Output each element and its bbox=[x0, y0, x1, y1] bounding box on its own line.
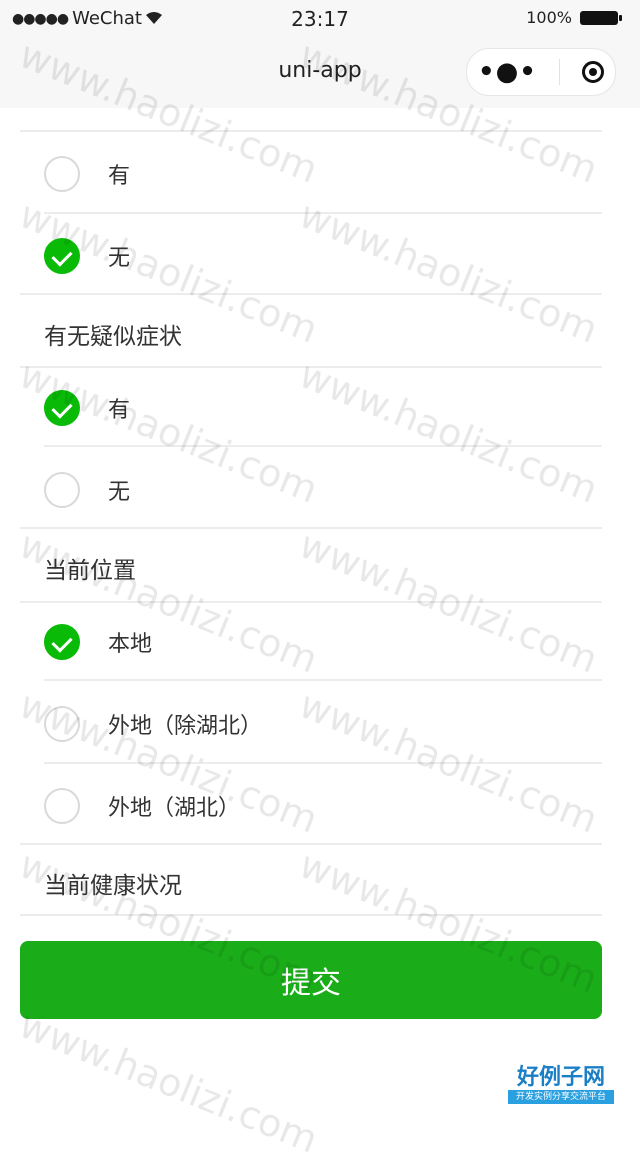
submit-button[interactable]: 提交 bbox=[20, 941, 602, 1019]
radio-item-s3-local[interactable]: 本地 bbox=[44, 620, 152, 664]
status-bar: ●●●●● WeChat 23:17 100% bbox=[0, 0, 640, 36]
radio-item-s1-yes[interactable]: 有 bbox=[44, 152, 130, 196]
nav-bar: uni-app •●• bbox=[0, 36, 640, 108]
radio-label: 无 bbox=[108, 480, 131, 505]
radio-label: 有 bbox=[108, 164, 131, 189]
close-miniprogram-icon[interactable] bbox=[581, 61, 604, 83]
divider bbox=[44, 762, 602, 764]
battery-percent: 100% bbox=[526, 8, 572, 27]
logo-sub-text: 开发实例分享交流平台 bbox=[508, 1090, 614, 1104]
more-icon[interactable]: •●• bbox=[478, 59, 537, 85]
radio-item-s1-no[interactable]: 无 bbox=[44, 234, 130, 278]
capsule-divider bbox=[558, 59, 560, 85]
battery-icon bbox=[580, 10, 622, 25]
radio-label: 外地（湖北） bbox=[108, 796, 241, 821]
radio-item-s2-yes[interactable]: 有 bbox=[44, 386, 130, 430]
radio-checked-icon[interactable] bbox=[44, 390, 80, 426]
section-title-location: 当前位置 bbox=[44, 558, 136, 584]
radio-item-s2-no[interactable]: 无 bbox=[44, 468, 130, 512]
divider bbox=[20, 527, 602, 529]
divider bbox=[44, 679, 602, 681]
section-title-health: 当前健康状况 bbox=[44, 873, 182, 899]
divider bbox=[20, 843, 602, 845]
divider bbox=[44, 445, 602, 447]
radio-label: 外地（除湖北） bbox=[108, 714, 263, 739]
divider bbox=[20, 130, 602, 132]
radio-label: 有 bbox=[108, 398, 131, 423]
radio-item-s3-outside[interactable]: 外地（除湖北） bbox=[44, 702, 262, 746]
radio-checked-icon[interactable] bbox=[44, 624, 80, 660]
capsule-menu[interactable]: •●• bbox=[466, 48, 616, 96]
divider bbox=[44, 212, 602, 214]
radio-checked-icon[interactable] bbox=[44, 238, 80, 274]
status-right: 100% bbox=[526, 8, 622, 27]
radio-icon[interactable] bbox=[44, 156, 80, 192]
radio-icon[interactable] bbox=[44, 706, 80, 742]
divider bbox=[20, 914, 602, 916]
watermark: www.haolizi.com bbox=[293, 352, 605, 512]
divider bbox=[20, 601, 602, 603]
radio-icon[interactable] bbox=[44, 788, 80, 824]
section-title-symptoms: 有无疑似症状 bbox=[44, 324, 182, 350]
site-logo: 好例子网 开发实例分享交流平台 bbox=[508, 1064, 614, 1110]
watermark: www.haolizi.com bbox=[13, 1002, 325, 1162]
divider bbox=[20, 293, 602, 295]
watermark: www.haolizi.com bbox=[293, 192, 605, 352]
radio-label: 无 bbox=[108, 246, 131, 271]
radio-icon[interactable] bbox=[44, 472, 80, 508]
radio-item-s3-hubei[interactable]: 外地（湖北） bbox=[44, 784, 240, 828]
radio-label: 本地 bbox=[108, 632, 153, 657]
logo-main-text: 好例子网 bbox=[516, 1064, 605, 1090]
divider bbox=[20, 366, 602, 368]
